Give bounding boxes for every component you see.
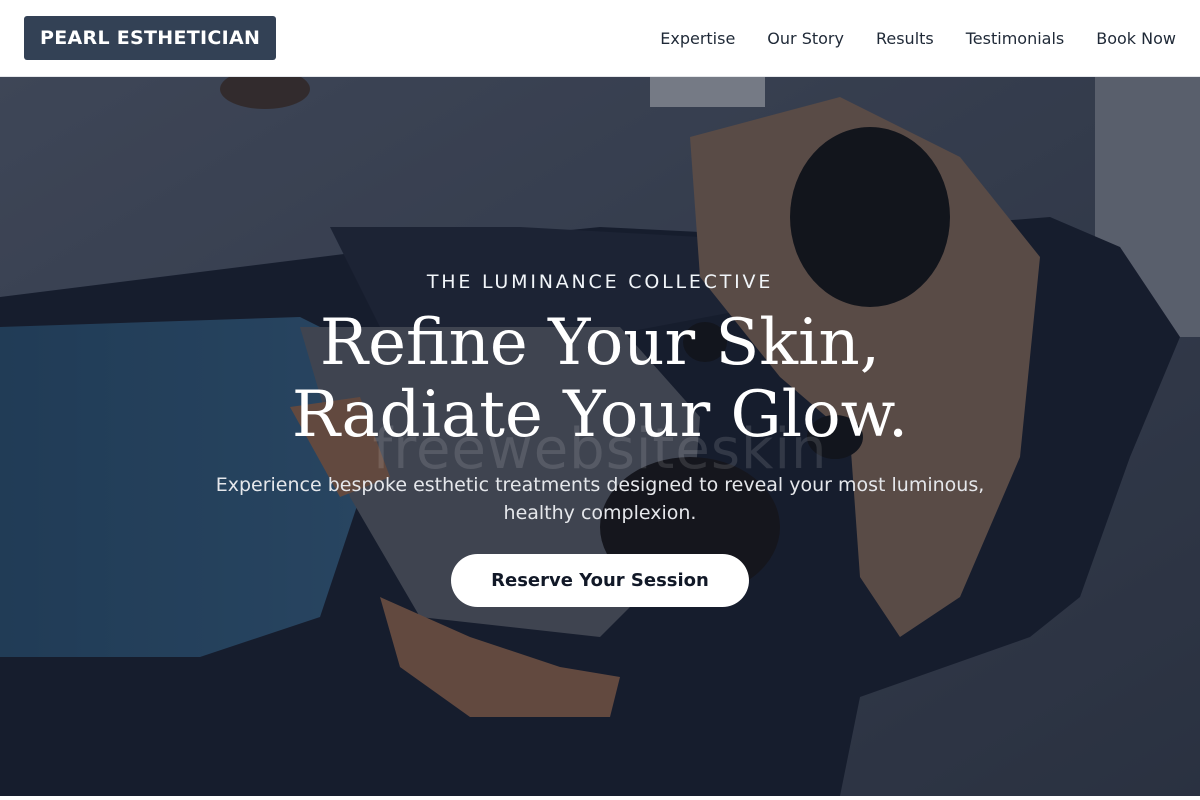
hero-section: freewebsiteskin THE LUMINANCE COLLECTIVE…: [0, 77, 1200, 796]
site-header: PEARL ESTHETICIAN Expertise Our Story Re…: [0, 0, 1200, 77]
nav-link-expertise[interactable]: Expertise: [660, 29, 735, 48]
reserve-session-button[interactable]: Reserve Your Session: [451, 554, 749, 607]
nav-link-results[interactable]: Results: [876, 29, 934, 48]
main-nav: Expertise Our Story Results Testimonials…: [660, 29, 1176, 48]
hero-headline: Refine Your Skin, Radiate Your Glow.: [291, 306, 909, 452]
hero-content: THE LUMINANCE COLLECTIVE Refine Your Ski…: [0, 77, 1200, 796]
hero-eyebrow: THE LUMINANCE COLLECTIVE: [426, 271, 774, 293]
nav-link-our-story[interactable]: Our Story: [767, 29, 844, 48]
brand-logo[interactable]: PEARL ESTHETICIAN: [24, 16, 277, 60]
page-bottom-edge: [0, 796, 1200, 800]
nav-link-testimonials[interactable]: Testimonials: [966, 29, 1065, 48]
nav-link-book-now[interactable]: Book Now: [1096, 29, 1176, 48]
hero-subtext: Experience bespoke esthetic treatments d…: [215, 474, 985, 524]
